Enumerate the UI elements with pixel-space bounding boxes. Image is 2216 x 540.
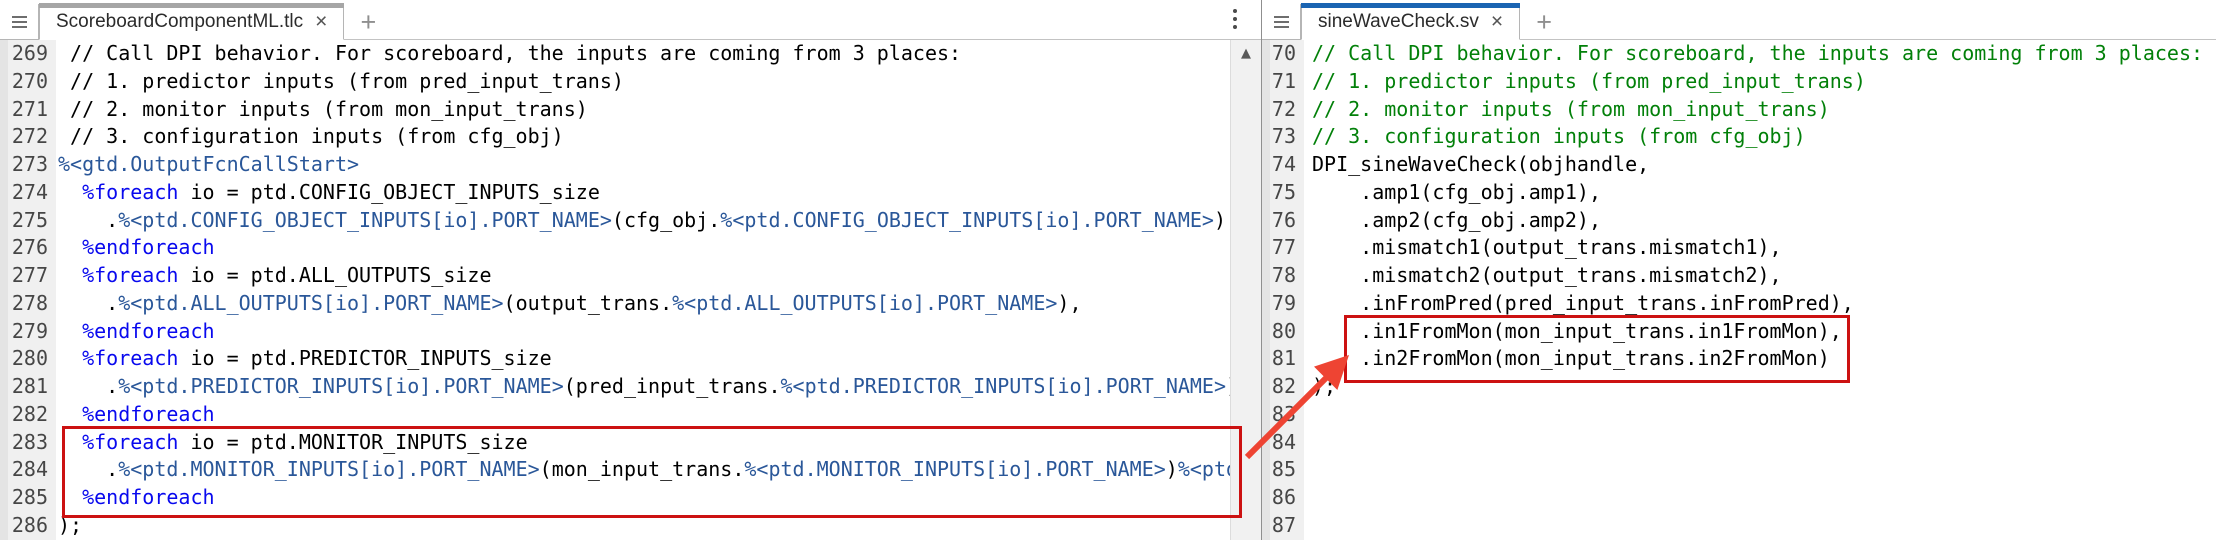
line-number: 81 [1271, 346, 1296, 371]
left-code-editor: 269 270 271 272 273 274 275 276 277 278 279 280 281 2… [0, 40, 1261, 540]
code-line[interactable]: ); [1312, 373, 2216, 401]
right-tab-bar: sineWaveCheck.sv × + [1262, 0, 2216, 40]
overflow-menu-icon[interactable] [1233, 9, 1237, 29]
tab-scoreboardcomponentml-tlc[interactable]: ScoreboardComponentML.tlc × [39, 3, 345, 40]
code-line[interactable]: .%<ptd.ALL_OUTPUTS[io].PORT_NAME>(output… [58, 290, 1231, 318]
line-number: 276 [11, 235, 48, 260]
line-number: 77 [1271, 235, 1296, 260]
code-line[interactable] [1312, 401, 2216, 429]
code-line[interactable]: .%<ptd.CONFIG_OBJECT_INPUTS[io].PORT_NAM… [58, 207, 1231, 235]
line-number: 271 [11, 96, 48, 121]
line-number: 75 [1271, 179, 1296, 204]
line-number: 273 [11, 152, 48, 177]
right-code-area[interactable]: // Call DPI behavior. For scoreboard, th… [1304, 40, 2216, 540]
line-number: 83 [1271, 401, 1296, 426]
line-number: 280 [11, 346, 48, 371]
line-number: 76 [1271, 207, 1296, 232]
active-tab-accent [39, 3, 345, 8]
line-number: 86 [1271, 485, 1296, 510]
line-number: 72 [1271, 96, 1296, 121]
line-number: 73 [1271, 124, 1296, 149]
line-number: 278 [11, 290, 48, 315]
tab-sinewavecheck-sv[interactable]: sineWaveCheck.sv × [1301, 3, 1521, 40]
line-number: 84 [1271, 429, 1296, 454]
code-line[interactable]: .mismatch2(output_trans.mismatch2), [1312, 262, 2216, 290]
right-code-editor: 70 71 72 73 74 75 76 77 78 79 80 81 82 83 84 85 86 87 // … [1262, 40, 2216, 540]
active-tab-accent [1301, 3, 1521, 8]
code-line[interactable]: %foreach io = ptd.ALL_OUTPUTS_size [58, 262, 1231, 290]
code-line[interactable]: .%<ptd.MONITOR_INPUTS[io].PORT_NAME>(mon… [58, 456, 1231, 484]
hamburger-icon [11, 15, 27, 18]
code-line[interactable]: %<gtd.OutputFcnCallStart> [58, 151, 1231, 179]
line-number: 87 [1271, 513, 1296, 538]
code-line[interactable]: %endforeach [58, 234, 1231, 262]
left-tab-bar: ScoreboardComponentML.tlc × + [0, 0, 1261, 40]
close-tab-icon[interactable]: × [315, 11, 327, 32]
tab-label: sineWaveCheck.sv [1318, 10, 1479, 32]
code-line[interactable]: %foreach io = ptd.PREDICTOR_INPUTS_size [58, 345, 1231, 373]
code-line[interactable]: DPI_sineWaveCheck(objhandle, [1312, 151, 2216, 179]
line-number: 82 [1271, 374, 1296, 399]
code-line[interactable]: %endforeach [58, 318, 1231, 346]
code-line[interactable]: // Call DPI behavior. For scoreboard, th… [58, 40, 1231, 68]
line-number: 279 [11, 318, 48, 343]
code-line[interactable]: %foreach io = ptd.CONFIG_OBJECT_INPUTS_s… [58, 179, 1231, 207]
line-number: 270 [11, 68, 48, 93]
scroll-up-icon[interactable]: ▲ [1231, 40, 1261, 61]
code-line[interactable]: // 3. configuration inputs (from cfg_obj… [58, 123, 1231, 151]
left-tab-list-button[interactable] [0, 4, 39, 40]
right-tab-list-button[interactable] [1262, 4, 1301, 40]
code-line[interactable]: // Call DPI behavior. For scoreboard, th… [1312, 40, 2216, 68]
code-line[interactable]: .in1FromMon(mon_input_trans.in1FromMon), [1312, 318, 2216, 346]
tab-label: ScoreboardComponentML.tlc [56, 10, 304, 32]
code-line[interactable]: // 1. predictor inputs (from pred_input_… [58, 68, 1231, 96]
left-editor-pane: ScoreboardComponentML.tlc × + 269 270 271 2… [0, 0, 1262, 540]
code-line[interactable]: %foreach io = ptd.MONITOR_INPUTS_size [58, 429, 1231, 457]
code-line[interactable] [1312, 512, 2216, 540]
line-number: 71 [1271, 68, 1296, 93]
code-line[interactable]: .%<ptd.PREDICTOR_INPUTS[io].PORT_NAME>(p… [58, 373, 1231, 401]
line-number: 272 [11, 124, 48, 149]
left-code-area[interactable]: // Call DPI behavior. For scoreboard, th… [56, 40, 1231, 540]
new-tab-button[interactable]: + [1520, 5, 1568, 39]
left-line-number-gutter: 269 270 271 272 273 274 275 276 277 278 279 280 281 2… [0, 40, 56, 540]
code-line[interactable]: // 3. configuration inputs (from cfg_obj… [1312, 123, 2216, 151]
line-number: 281 [11, 374, 48, 399]
line-number: 70 [1271, 41, 1296, 65]
line-number: 285 [11, 485, 48, 510]
code-line[interactable]: .amp2(cfg_obj.amp2), [1312, 207, 2216, 235]
code-line[interactable]: ); [58, 512, 1231, 540]
line-number: 277 [11, 263, 48, 288]
code-line[interactable]: .amp1(cfg_obj.amp1), [1312, 179, 2216, 207]
hamburger-icon [1273, 15, 1289, 18]
line-number: 79 [1271, 290, 1296, 315]
left-vertical-scrollbar[interactable]: ▲ [1230, 40, 1261, 540]
code-line[interactable]: // 2. monitor inputs (from mon_input_tra… [58, 96, 1231, 124]
line-number: 284 [11, 457, 48, 482]
line-number: 269 [11, 41, 48, 65]
close-tab-icon[interactable]: × [1491, 11, 1503, 32]
code-line[interactable]: .mismatch1(output_trans.mismatch1), [1312, 234, 2216, 262]
line-number: 286 [11, 513, 48, 538]
code-line[interactable] [1312, 429, 2216, 457]
new-tab-button[interactable]: + [344, 5, 392, 39]
line-number: 275 [11, 207, 48, 232]
code-line[interactable]: // 1. predictor inputs (from pred_input_… [1312, 68, 2216, 96]
code-line[interactable] [1312, 484, 2216, 512]
line-number: 282 [11, 401, 48, 426]
code-line[interactable]: // 2. monitor inputs (from mon_input_tra… [1312, 96, 2216, 124]
code-line[interactable]: %endforeach [58, 484, 1231, 512]
line-number: 80 [1271, 318, 1296, 343]
right-line-number-gutter: 70 71 72 73 74 75 76 77 78 79 80 81 82 83 84 85 86 87 [1262, 40, 1304, 540]
line-number: 283 [11, 429, 48, 454]
code-line[interactable] [1312, 456, 2216, 484]
line-number: 74 [1271, 152, 1296, 177]
line-number: 274 [11, 179, 48, 204]
line-number: 78 [1271, 263, 1296, 288]
right-editor-pane: sineWaveCheck.sv × + 70 71 72 73 74 75 76 77 78 7… [1262, 0, 2216, 540]
code-line[interactable]: %endforeach [58, 401, 1231, 429]
code-line[interactable]: .in2FromMon(mon_input_trans.in2FromMon) [1312, 345, 2216, 373]
code-line[interactable]: .inFromPred(pred_input_trans.inFromPred)… [1312, 290, 2216, 318]
line-number: 85 [1271, 457, 1296, 482]
